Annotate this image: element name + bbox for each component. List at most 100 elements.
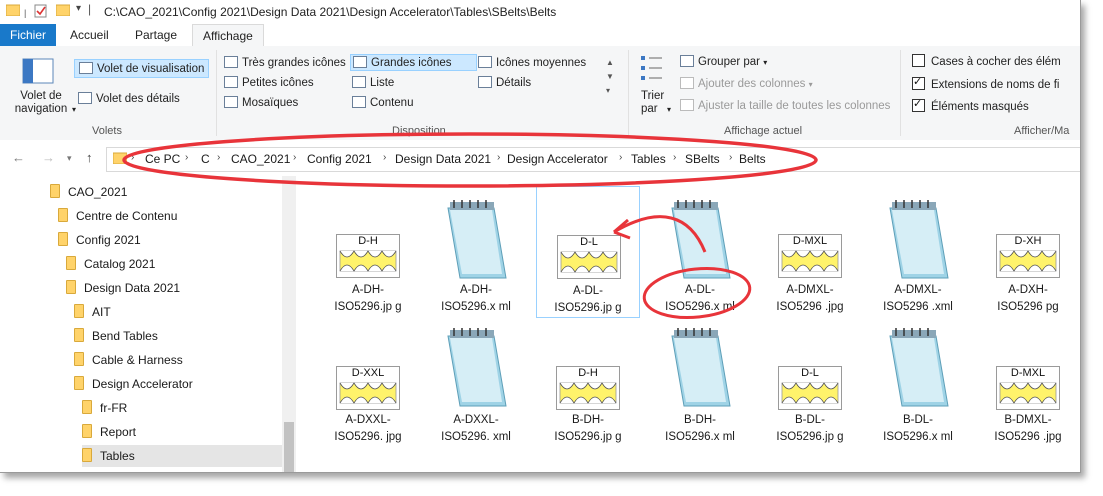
file-tile[interactable]: D-XXL A-DXXL-ISO5296. jpg — [316, 324, 420, 446]
group-label-disposition: Disposition — [392, 125, 446, 137]
tab-fichier[interactable]: Fichier — [0, 24, 57, 46]
belt-image-icon: D-XXL — [336, 366, 400, 410]
notepad-icon — [671, 200, 731, 279]
up-arrow-icon[interactable]: ↑ — [86, 150, 93, 165]
tree-item[interactable]: Report — [82, 421, 136, 443]
tree-item-selected[interactable]: Tables — [82, 445, 282, 467]
belt-image-icon: D-L — [557, 235, 621, 279]
breadcrumb-item[interactable]: C — [201, 152, 210, 166]
ribbon-separator — [900, 50, 901, 136]
window-title: C:\CAO_2021\Config 2021\Design Data 2021… — [104, 5, 557, 19]
checkbox-label: Extensions de noms de fi — [931, 79, 1060, 91]
breadcrumb-item[interactable]: Tables — [631, 152, 666, 166]
title-bar: | ▾ | C:\CAO_2021\Config 2021\Design Dat… — [0, 0, 1080, 24]
layout-extra-large-icons[interactable]: Très grandes icônes — [224, 56, 346, 69]
tree-item[interactable]: Catalog 2021 — [66, 253, 155, 275]
layout-label: Mosaïques — [242, 97, 299, 109]
layout-large-icons[interactable]: Grandes icônes — [350, 54, 477, 71]
breadcrumb-item[interactable]: CAO_2021 — [231, 152, 290, 166]
belt-image-icon: D-MXL — [778, 234, 842, 278]
extensions-toggle[interactable]: Extensions de noms de fi — [912, 75, 1060, 91]
file-name: A-DXXL-ISO5296. jpg — [334, 414, 402, 443]
tree-scrollbar[interactable] — [282, 176, 296, 472]
file-tile-selected[interactable]: D-L A-DL-ISO5296.jp g — [536, 186, 640, 318]
tiles-icon — [224, 96, 238, 108]
layout-content[interactable]: Contenu — [352, 96, 413, 109]
tree-item[interactable]: Bend Tables — [74, 325, 158, 347]
breadcrumb-item[interactable]: Ce PC — [145, 152, 180, 166]
file-tile[interactable]: D-H A-DH-ISO5296.jp g — [316, 196, 420, 316]
layout-scroll-arrows[interactable]: ▲ ▼ ▾ — [606, 56, 614, 98]
file-tile[interactable]: D-MXL B-DMXL-ISO5296 .jpg — [976, 324, 1080, 446]
layout-tiles[interactable]: Mosaïques — [224, 96, 298, 109]
chevron-down-icon: ▾ — [667, 105, 672, 114]
forward-arrow-icon[interactable]: → — [42, 150, 55, 165]
chevron-down-icon: ▾ — [808, 80, 813, 89]
tree-item[interactable]: Centre de Contenu — [58, 205, 177, 227]
group-label-affichage-actuel: Affichage actuel — [724, 125, 803, 137]
file-tile[interactable]: A-DMXL-ISO5296 .xml — [866, 196, 970, 316]
tree-item[interactable]: fr-FR — [82, 397, 127, 419]
tree-item[interactable]: CAO_2021 — [50, 181, 127, 203]
file-tile[interactable]: B-DL-ISO5296.x ml — [866, 324, 970, 446]
folder-icon — [58, 208, 68, 222]
tab-partage[interactable]: Partage — [125, 24, 187, 46]
new-folder-icon[interactable] — [55, 4, 71, 18]
tree-item[interactable]: Design Accelerator — [74, 373, 193, 395]
sort-icon[interactable] — [640, 54, 666, 87]
file-name: A-DL-ISO5296.jp g — [554, 285, 622, 314]
tree-item[interactable]: Design Data 2021 — [66, 277, 180, 299]
chevron-right-icon: › — [293, 152, 297, 163]
navigation-pane-button[interactable]: Volet de navigation ▾ — [10, 90, 76, 116]
details-pane-button[interactable]: Volet des détails — [78, 92, 180, 105]
tree-item-label: Design Data 2021 — [84, 281, 181, 295]
file-tile[interactable]: D-H B-DH-ISO5296.jp g — [536, 324, 640, 446]
breadcrumb-item[interactable]: SBelts — [685, 152, 720, 166]
chevron-right-icon: › — [185, 152, 189, 163]
tree-item-label: Cable & Harness — [92, 353, 183, 367]
file-tile[interactable]: A-DL-ISO5296.x ml — [648, 196, 752, 316]
properties-icon[interactable] — [34, 4, 48, 18]
hidden-items-toggle[interactable]: Éléments masqués — [912, 97, 1029, 113]
notepad-icon — [447, 200, 507, 279]
breadcrumb-item[interactable]: Design Data 2021 — [395, 152, 491, 166]
address-bar[interactable]: › Ce PC › C › CAO_2021 › Config 2021 › D… — [106, 147, 1080, 172]
file-tile[interactable]: B-DH-ISO5296.x ml — [648, 324, 752, 446]
add-columns-label: Ajouter des colonnes — [698, 78, 806, 90]
add-columns-button[interactable]: Ajouter des colonnes ▾ — [680, 77, 813, 90]
belt-code: D-H — [358, 235, 378, 247]
file-tile[interactable]: D-XH A-DXH-ISO5296 pg — [976, 196, 1080, 316]
layout-details[interactable]: Détails — [478, 76, 531, 89]
tab-affichage[interactable]: Affichage — [192, 24, 264, 47]
sort-by-button[interactable]: Trier par ▾ — [641, 90, 671, 116]
recent-locations-chevron-icon[interactable]: ▾ — [67, 153, 72, 164]
tab-accueil[interactable]: Accueil — [60, 24, 119, 46]
file-tile[interactable]: D-MXL A-DMXL-ISO5296 .jpg — [758, 196, 862, 316]
file-name: B-DMXL-ISO5296 .jpg — [994, 414, 1062, 443]
preview-pane-button[interactable]: Volet de visualisation — [74, 59, 210, 78]
item-checkboxes-toggle[interactable]: Cases à cocher des élém — [912, 54, 1061, 68]
breadcrumb-item[interactable]: Belts — [739, 152, 766, 166]
file-tile[interactable]: A-DXXL-ISO5296. xml — [424, 324, 528, 446]
file-tile[interactable]: D-L B-DL-ISO5296.jp g — [758, 324, 862, 446]
fit-columns-button[interactable]: Ajuster la taille de toutes les colonnes — [680, 99, 890, 112]
belt-code: D-L — [801, 367, 819, 379]
tree-item[interactable]: Config 2021 — [58, 229, 141, 251]
breadcrumb-item[interactable]: Config 2021 — [307, 152, 372, 166]
back-arrow-icon[interactable]: ← — [12, 150, 25, 165]
sort-by-label: Trier par — [641, 90, 665, 115]
file-name: A-DH-ISO5296.x ml — [441, 284, 511, 313]
scrollbar-thumb[interactable] — [284, 422, 294, 472]
breadcrumb-item[interactable]: Design Accelerator — [507, 152, 608, 166]
details-pane-icon — [78, 92, 92, 104]
tree-item[interactable]: Cable & Harness — [74, 349, 183, 371]
large-icons-icon — [353, 56, 367, 68]
navigation-tree: CAO_2021 Centre de Contenu Config 2021 C… — [0, 176, 296, 472]
layout-small-icons[interactable]: Petites icônes — [224, 76, 314, 89]
group-by-button[interactable]: Grouper par ▾ — [680, 55, 767, 68]
layout-list[interactable]: Liste — [352, 76, 394, 89]
tree-item[interactable]: AIT — [74, 301, 111, 323]
navigation-pane-icon[interactable] — [22, 58, 54, 84]
layout-medium-icons[interactable]: Icônes moyennes — [478, 56, 586, 69]
file-tile[interactable]: A-DH-ISO5296.x ml — [424, 196, 528, 316]
